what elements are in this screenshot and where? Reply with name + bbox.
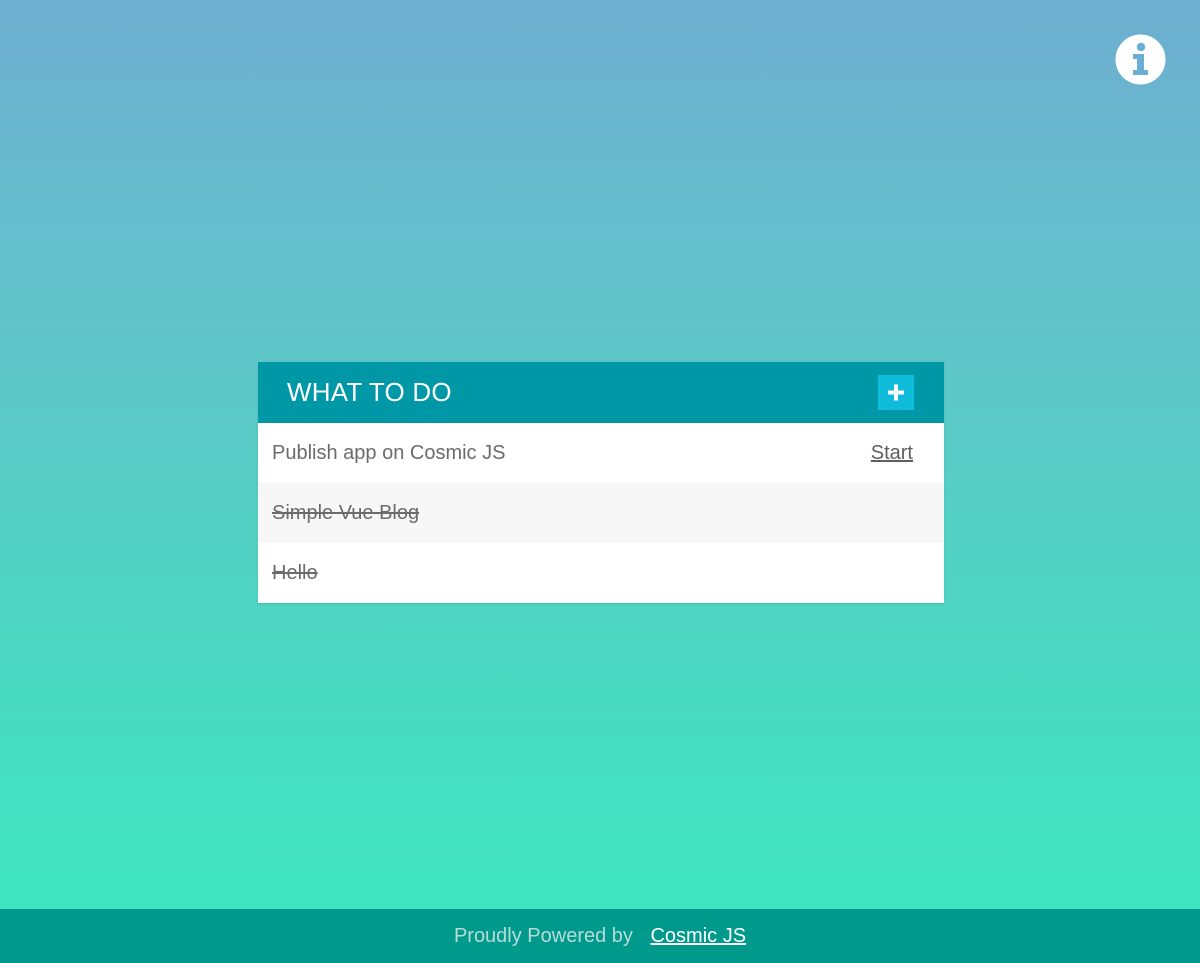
info-circle-icon	[1115, 34, 1166, 85]
start-button[interactable]: Start	[871, 423, 913, 483]
info-button[interactable]	[1115, 34, 1166, 85]
card-title: WHAT TO DO	[287, 377, 452, 407]
card-header: WHAT TO DO	[258, 362, 944, 423]
todo-item-text[interactable]: Publish app on Cosmic JS	[272, 423, 505, 483]
todo-item-text[interactable]: Simple Vue Blog	[272, 483, 419, 543]
add-todo-button[interactable]	[878, 375, 914, 410]
todo-item: Simple Vue Blog	[258, 483, 944, 543]
todo-item: Publish app on Cosmic JS Start	[258, 423, 944, 483]
footer: Proudly Powered by Cosmic JS	[0, 909, 1200, 963]
footer-label: Proudly Powered by	[453, 925, 633, 947]
todo-list: Publish app on Cosmic JS Start Simple Vu…	[258, 423, 944, 603]
todo-item-text[interactable]: Hello	[272, 543, 318, 603]
plus-icon	[888, 384, 904, 401]
cosmic-js-link[interactable]: Cosmic JS	[650, 925, 746, 947]
todo-item: Hello	[258, 543, 944, 603]
todo-card: WHAT TO DO Publish app on Cosmic JS Star…	[258, 362, 944, 603]
